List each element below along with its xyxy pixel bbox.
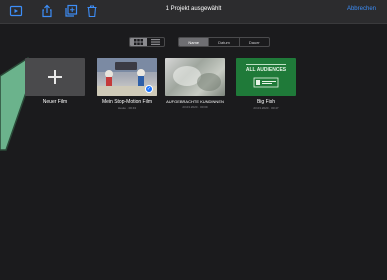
project-thumbnail[interactable]	[165, 58, 225, 96]
project-title: Mein Stop-Motion Film	[101, 99, 152, 105]
view-mode-toggle	[129, 37, 165, 47]
sort-name-button[interactable]: Name	[179, 38, 209, 46]
trailer-card-image	[246, 64, 286, 88]
toolbar-title: 1 Projekt ausgewählt	[165, 6, 222, 12]
project-thumbnail[interactable]: ALL AUDIENCES	[236, 58, 296, 96]
project-card-aufgebrachte[interactable]: AUFGEBRACHTE KUNDINNEN 23.03.2020 · 00:0…	[165, 58, 225, 109]
project-title: AUFGEBRACHTE KUNDINNEN	[166, 99, 224, 104]
toolbar: 1 Projekt ausgewählt Abbrechen	[0, 0, 387, 24]
project-meta: 23.03.2020 · 00:09	[182, 105, 208, 109]
project-card-big-fish[interactable]: ALL AUDIENCES Big Fish 23.03.2020 · 00:4…	[236, 58, 296, 110]
project-title: Big Fish	[256, 99, 276, 105]
sort-duration-button[interactable]: Dauer	[238, 38, 269, 46]
project-meta: 23.03.2020 · 00:47	[253, 106, 279, 110]
cancel-button[interactable]: Abbrechen	[347, 6, 376, 12]
list-view-button[interactable]	[147, 38, 164, 46]
blurred-scene-image	[173, 66, 221, 91]
sort-segmented-control: Name Datum Dauer	[178, 37, 270, 47]
grid-view-button[interactable]	[130, 38, 147, 46]
project-meta: Heute · 00:43	[117, 106, 137, 110]
project-card-stop-motion[interactable]: ✓ Mein Stop-Motion Film Heute · 00:43	[97, 58, 157, 110]
project-title: Neuer Film	[42, 99, 68, 105]
sort-date-button[interactable]: Datum	[208, 38, 238, 46]
grid-view-icon	[134, 39, 143, 45]
plus-icon-stroke	[54, 70, 56, 84]
selected-checkmark-icon: ✓	[145, 85, 153, 93]
new-movie-card[interactable]: Neuer Film	[25, 58, 85, 105]
project-thumbnail[interactable]: ✓	[97, 58, 157, 96]
new-movie-thumbnail[interactable]	[25, 58, 85, 96]
list-view-icon	[151, 39, 160, 45]
